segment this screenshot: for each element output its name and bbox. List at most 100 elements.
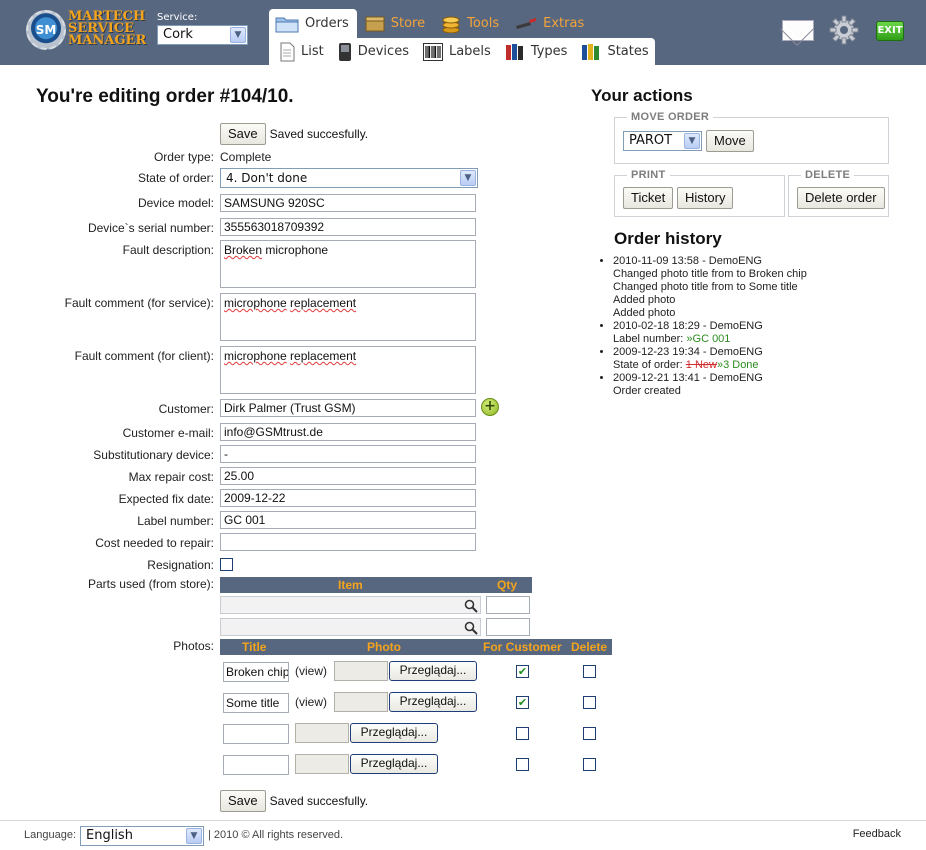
label-number-field[interactable]: GC 001 bbox=[220, 511, 476, 529]
photo-title-field[interactable] bbox=[223, 724, 289, 744]
photo-title-field[interactable]: Broken chip bbox=[223, 662, 289, 682]
save-status: Saved succesfully. bbox=[269, 127, 369, 141]
photos-label: Photos: bbox=[173, 639, 214, 653]
search-icon[interactable] bbox=[464, 621, 478, 635]
history-title: Order history bbox=[614, 229, 722, 248]
subtab-list[interactable]: List bbox=[279, 42, 324, 62]
save-button[interactable]: Save bbox=[220, 790, 266, 812]
fix-date-label: Expected fix date: bbox=[118, 492, 214, 506]
part-qty-field[interactable] bbox=[486, 618, 530, 636]
parts-col-item: Item bbox=[338, 578, 363, 592]
photo-title-field[interactable]: Some title bbox=[223, 693, 289, 713]
browse-button[interactable]: Przeglądaj... bbox=[350, 723, 438, 743]
email-label: Customer e-mail: bbox=[122, 426, 214, 440]
subtab-states[interactable]: States bbox=[581, 43, 649, 61]
save-row-bottom: Save Saved succesfully. bbox=[220, 790, 368, 812]
for-customer-checkbox[interactable] bbox=[516, 696, 529, 709]
tab-tools[interactable]: Tools bbox=[433, 9, 507, 38]
tab-store[interactable]: Store bbox=[357, 9, 433, 38]
max-cost-field[interactable]: 25.00 bbox=[220, 467, 476, 485]
device-model-field[interactable]: SAMSUNG 920SC bbox=[220, 194, 476, 212]
delete-order-button[interactable]: Delete order bbox=[797, 187, 885, 209]
customer-field[interactable]: Dirk Palmer (Trust GSM) bbox=[220, 399, 476, 417]
save-status: Saved succesfully. bbox=[269, 794, 369, 808]
subtab-types[interactable]: Types bbox=[505, 43, 567, 61]
coins-icon bbox=[442, 16, 460, 33]
phone-icon bbox=[338, 42, 351, 61]
history-entry: 2009-12-23 19:34 - DemoENG State of orde… bbox=[613, 346, 898, 372]
tab-extras[interactable]: Extras bbox=[507, 9, 592, 38]
exit-button[interactable]: EXIT bbox=[876, 21, 904, 41]
gear-icon[interactable] bbox=[829, 15, 859, 45]
state-select[interactable]: 4. Don't done ▼ bbox=[220, 168, 478, 188]
part-search-field[interactable] bbox=[220, 596, 481, 614]
fix-date-field[interactable]: 2009-12-22 bbox=[220, 489, 476, 507]
photo-file-path[interactable] bbox=[295, 723, 349, 743]
print-legend: PRINT bbox=[627, 169, 670, 181]
mail-icon[interactable] bbox=[782, 20, 814, 41]
save-button[interactable]: Save bbox=[220, 123, 266, 145]
sub-tabs: List Devices Labels Types States bbox=[269, 38, 655, 65]
photo-file-path[interactable] bbox=[295, 754, 349, 774]
tab-orders[interactable]: Orders bbox=[269, 9, 357, 38]
fault-comment-client-field[interactable]: microphone replacement bbox=[220, 346, 476, 394]
parts-table-header: Item Qty bbox=[220, 577, 532, 593]
part-search-field[interactable] bbox=[220, 618, 481, 636]
move-order-legend: MOVE ORDER bbox=[627, 111, 714, 123]
history-entry: 2010-11-09 13:58 - DemoENG Changed photo… bbox=[613, 255, 898, 320]
parts-label: Parts used (from store): bbox=[87, 577, 214, 591]
max-cost-label: Max repair cost: bbox=[128, 470, 214, 484]
add-customer-icon[interactable]: + bbox=[481, 398, 499, 416]
language-label: Language: bbox=[24, 829, 76, 841]
view-photo-link[interactable]: (view) bbox=[295, 664, 327, 678]
history-button[interactable]: History bbox=[677, 187, 734, 209]
fault-comment-service-field[interactable]: microphone replacement bbox=[220, 293, 476, 341]
ticket-button[interactable]: Ticket bbox=[623, 187, 674, 209]
email-field[interactable]: info@GSMtrust.de bbox=[220, 423, 476, 441]
service-selector: Service: Cork ▼ bbox=[157, 12, 248, 45]
history-entry: 2010-02-18 18:29 - DemoENG Label number:… bbox=[613, 320, 898, 346]
photo-title-field[interactable] bbox=[223, 755, 289, 775]
part-qty-field[interactable] bbox=[486, 596, 530, 614]
fault-comment-client-label: Fault comment (for client): bbox=[74, 349, 214, 363]
browse-button[interactable]: Przeglądaj... bbox=[389, 692, 477, 712]
search-icon[interactable] bbox=[464, 599, 478, 613]
browse-button[interactable]: Przeglądaj... bbox=[350, 754, 438, 774]
subtab-devices[interactable]: Devices bbox=[338, 42, 409, 62]
barcode-icon bbox=[422, 42, 443, 61]
for-customer-checkbox[interactable] bbox=[516, 758, 529, 771]
delete-photo-checkbox[interactable] bbox=[583, 665, 596, 678]
delete-photo-checkbox[interactable] bbox=[583, 696, 596, 709]
print-group: PRINT Ticket History bbox=[614, 169, 785, 217]
move-target-select[interactable]: PAROT ▼ bbox=[623, 131, 702, 151]
app-logo[interactable]: SM Martech Service Manager bbox=[26, 8, 146, 53]
photo-file-path[interactable] bbox=[334, 661, 388, 681]
browse-button[interactable]: Przeglądaj... bbox=[389, 661, 477, 681]
view-photo-link[interactable]: (view) bbox=[295, 695, 327, 709]
tools-icon bbox=[516, 17, 537, 29]
substitutionary-field[interactable]: - bbox=[220, 445, 476, 463]
box-icon bbox=[365, 16, 385, 31]
customer-label: Customer: bbox=[158, 402, 214, 416]
fault-comment-service-label: Fault comment (for service): bbox=[64, 296, 214, 310]
move-button[interactable]: Move bbox=[706, 130, 754, 152]
chevron-down-icon: ▼ bbox=[186, 828, 202, 844]
resignation-checkbox[interactable] bbox=[220, 558, 233, 571]
resignation-label: Resignation: bbox=[147, 558, 214, 572]
fault-description-field[interactable]: Broken microphone bbox=[220, 240, 476, 288]
language-select[interactable]: English ▼ bbox=[80, 826, 204, 846]
subtab-labels[interactable]: Labels bbox=[422, 42, 491, 61]
for-customer-checkbox[interactable] bbox=[516, 727, 529, 740]
substitutionary-label: Substitutionary device: bbox=[93, 448, 214, 462]
delete-photo-checkbox[interactable] bbox=[583, 758, 596, 771]
logo-text: Martech Service Manager bbox=[68, 9, 147, 48]
service-select[interactable]: Cork ▼ bbox=[157, 25, 248, 45]
cost-needed-field[interactable] bbox=[220, 533, 476, 551]
copyright: | 2010 © All rights reserved. bbox=[208, 829, 344, 841]
actions-title: Your actions bbox=[591, 86, 693, 105]
for-customer-checkbox[interactable] bbox=[516, 665, 529, 678]
delete-photo-checkbox[interactable] bbox=[583, 727, 596, 740]
photo-file-path[interactable] bbox=[334, 692, 388, 712]
feedback-link[interactable]: Feedback bbox=[853, 828, 901, 840]
serial-field[interactable]: 355563018709392 bbox=[220, 218, 476, 236]
